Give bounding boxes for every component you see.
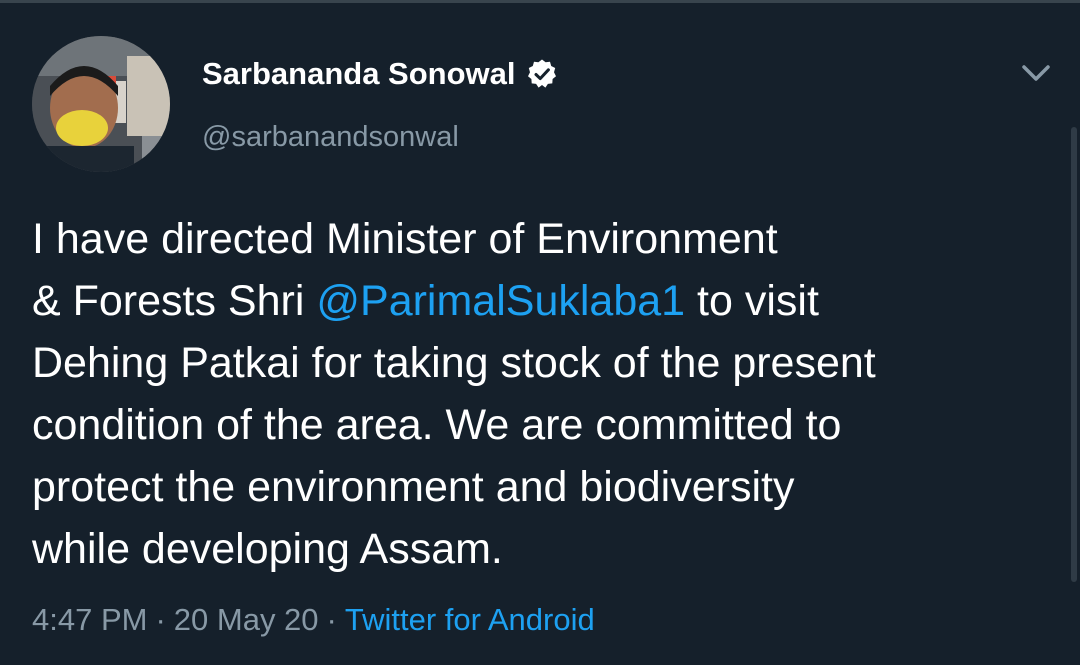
top-divider bbox=[0, 0, 1080, 3]
author-display-name[interactable]: Sarbananda Sonowal bbox=[202, 54, 516, 94]
mention-link[interactable]: @ParimalSuklaba1 bbox=[316, 277, 685, 325]
tweet-text-segment: to visit bbox=[685, 277, 819, 325]
scrollbar[interactable] bbox=[1071, 127, 1077, 582]
tweet-line: while developing Assam. bbox=[32, 525, 503, 573]
author-handle[interactable]: @sarbanandsonwal bbox=[202, 117, 459, 157]
verified-badge-icon bbox=[526, 58, 558, 90]
tweet-metadata: 4:47 PM · 20 May 20 · Twitter for Android bbox=[32, 600, 595, 640]
tweet-time[interactable]: 4:47 PM bbox=[32, 602, 147, 637]
tweet-text: I have directed Minister of Environment … bbox=[32, 208, 1042, 580]
tweet-source-link[interactable]: Twitter for Android bbox=[345, 602, 595, 637]
tweet-date[interactable]: 20 May 20 bbox=[174, 602, 319, 637]
author-name-row[interactable]: Sarbananda Sonowal bbox=[202, 54, 558, 94]
tweet-line: I have directed Minister of Environment bbox=[32, 215, 778, 263]
avatar[interactable] bbox=[32, 36, 170, 172]
chevron-down-icon[interactable] bbox=[1018, 58, 1054, 88]
avatar-photo bbox=[32, 36, 170, 172]
separator: · bbox=[326, 602, 337, 637]
tweet-line: Dehing Patkai for taking stock of the pr… bbox=[32, 339, 876, 387]
tweet-line: protect the environment and biodiversity bbox=[32, 463, 795, 511]
tweet-line: condition of the area. We are committed … bbox=[32, 401, 842, 449]
separator: · bbox=[155, 602, 166, 637]
tweet-text-segment: & Forests Shri bbox=[32, 277, 317, 325]
tweet-line: & Forests Shri @ParimalSuklaba1 to visit bbox=[32, 270, 1042, 332]
